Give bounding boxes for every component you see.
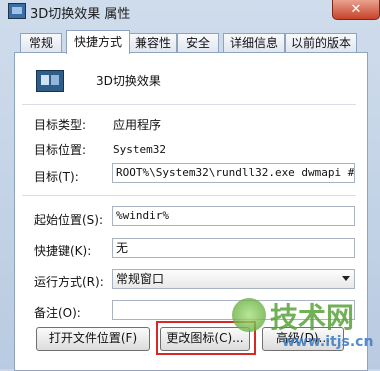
tab-shortcut[interactable]: 快捷方式 [66, 30, 130, 54]
run-select[interactable]: 常规窗口 [112, 269, 355, 289]
target-location-label: 目标位置: [34, 143, 87, 157]
properties-window: 3D切换效果 属性 ✕ 常规 快捷方式 兼容性 安全 详细信息 以前的版本 3D… [0, 0, 380, 371]
tab-compatibility[interactable]: 兼容性 [129, 33, 177, 52]
start-in-label: 起始位置(S): [34, 213, 104, 227]
watermark-text: 技术网 [270, 301, 355, 334]
target-type-label: 目标类型: [34, 118, 87, 132]
tab-previous-versions[interactable]: 以前的版本 [285, 33, 357, 52]
run-label: 运行方式(R): [34, 275, 104, 289]
open-file-location-button[interactable]: 打开文件位置(F) [36, 327, 150, 351]
tab-strip: 常规 快捷方式 兼容性 安全 详细信息 以前的版本 [0, 30, 380, 54]
target-label: 目标(T): [34, 170, 79, 184]
app-icon [8, 3, 26, 19]
chevron-down-icon [342, 276, 350, 281]
tab-details[interactable]: 详细信息 [223, 33, 285, 52]
comment-label: 备注(O): [34, 306, 81, 320]
target-field[interactable]: ROOT%\System32\rundll32.exe dwmapi #105 [112, 163, 355, 183]
start-in-field[interactable]: %windir% [112, 206, 355, 226]
target-type-value: 应用程序 [113, 118, 162, 132]
divider [22, 104, 356, 105]
hotkey-label: 快捷键(K): [34, 244, 92, 258]
run-select-value: 常规窗口 [116, 272, 165, 286]
hotkey-field[interactable]: 无 [112, 238, 355, 258]
tab-security[interactable]: 安全 [177, 33, 219, 52]
tab-general[interactable]: 常规 [20, 33, 62, 52]
title-bar: 3D切换效果 属性 ✕ [0, 0, 380, 22]
watermark-logo [232, 298, 266, 332]
target-location-value: System32 [113, 143, 166, 156]
shortcut-name: 3D切换效果 [96, 74, 161, 88]
shortcut-icon [36, 70, 64, 92]
close-button[interactable]: ✕ [332, 0, 380, 20]
watermark-url: www.itjs.cn [282, 334, 374, 350]
divider [22, 195, 356, 196]
window-title: 3D切换效果 属性 [30, 7, 131, 22]
